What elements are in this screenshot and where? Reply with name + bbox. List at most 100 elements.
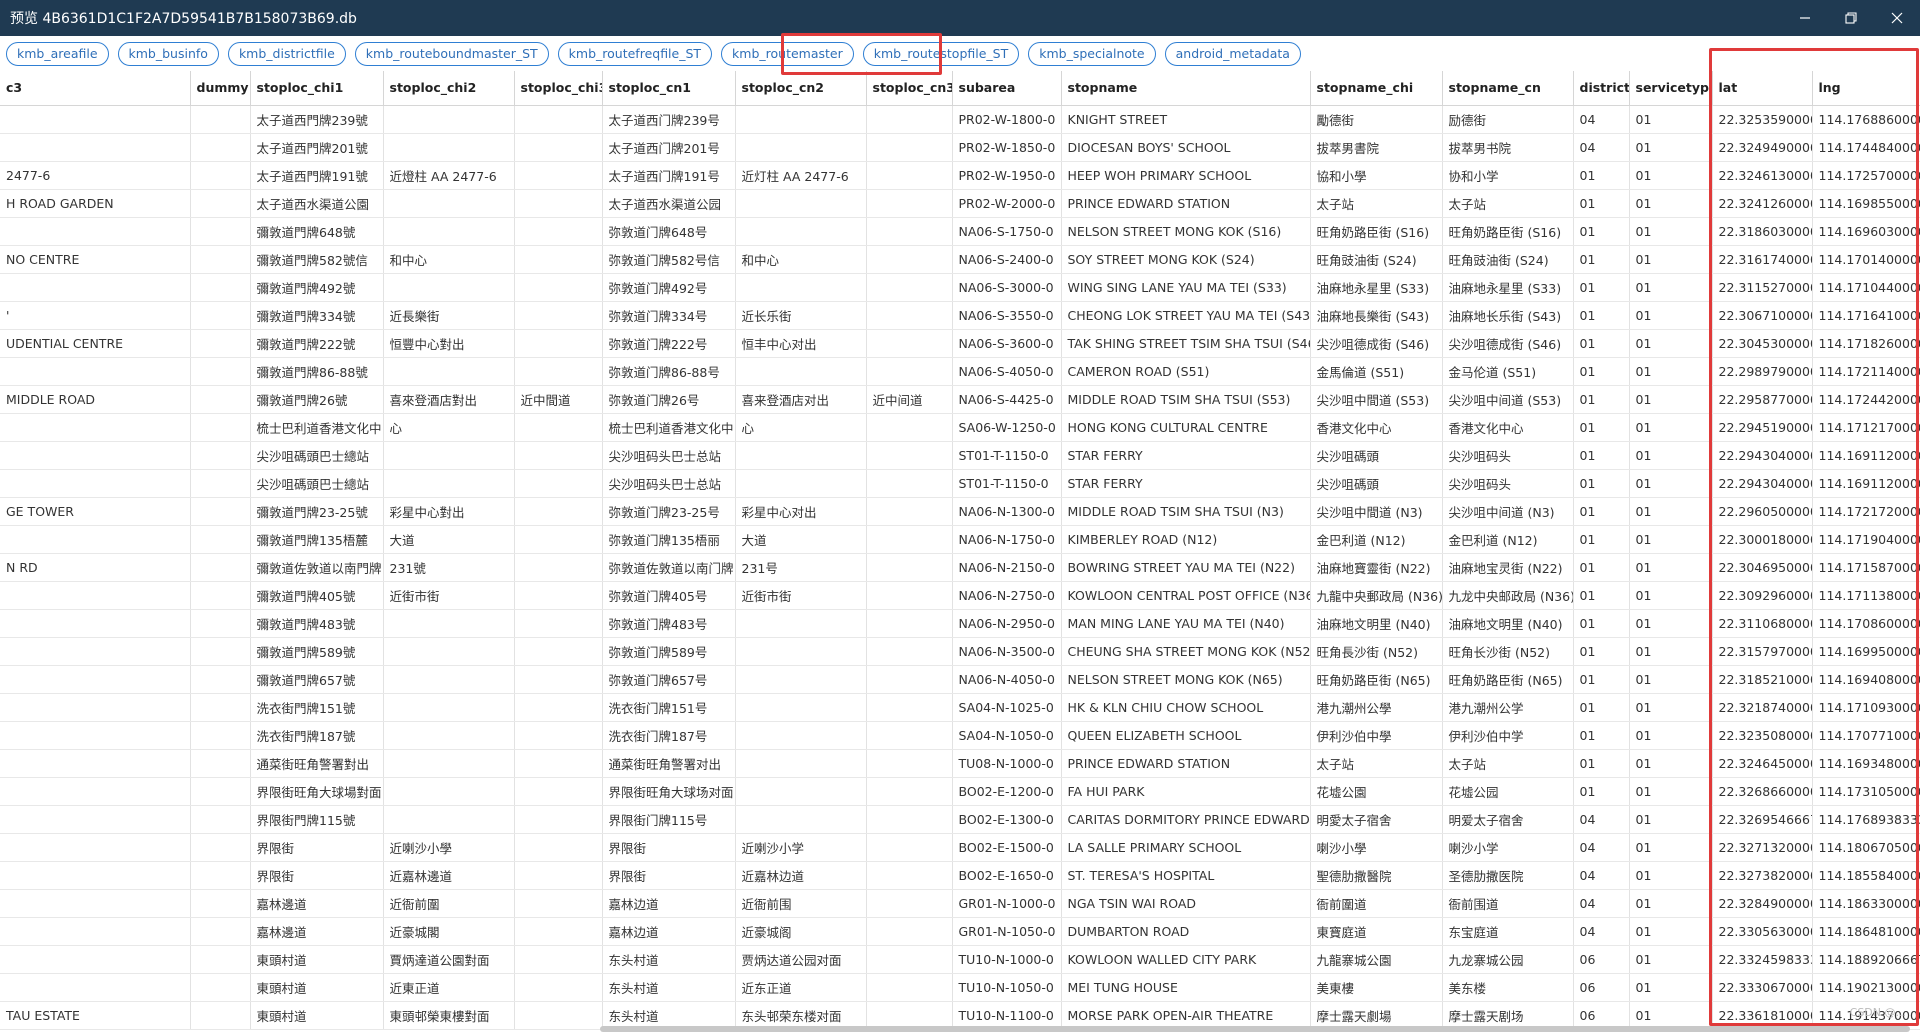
cell-dummy[interactable] xyxy=(190,693,251,722)
cell-stoploc-cn1[interactable]: 弥敦道门牌23-25号 xyxy=(602,497,736,526)
cell-lat[interactable]: 22.3115270000 xyxy=(1712,273,1813,302)
cell-stoploc-chi1[interactable]: 界限街 xyxy=(250,833,384,862)
cell-stoploc-chi3[interactable] xyxy=(514,609,603,638)
cell-stoploc-cn1[interactable]: 弥敦道门牌334号 xyxy=(602,301,736,330)
cell-stoploc-cn3[interactable] xyxy=(866,413,953,442)
cell-stoploc-cn2[interactable] xyxy=(735,189,867,218)
cell-lat[interactable]: 22.3284900000 xyxy=(1712,889,1813,918)
cell-stoploc-chi1[interactable]: 嘉林邊道 xyxy=(250,889,384,918)
cell-stoploc-chi2[interactable]: 大道 xyxy=(383,525,515,554)
cell-servicetype[interactable]: 01 xyxy=(1629,581,1713,610)
cell-stoploc-chi1[interactable]: 界限街 xyxy=(250,861,384,890)
cell-servicetype[interactable]: 01 xyxy=(1629,721,1713,750)
cell-lng[interactable]: 114.1712170000 xyxy=(1812,413,1920,442)
cell-stoploc-cn3[interactable] xyxy=(866,833,953,862)
cell-stoploc-cn2[interactable]: 近衙前围 xyxy=(735,889,867,918)
cell-lng[interactable]: 114.1710930000 xyxy=(1812,693,1920,722)
cell-stoploc-chi2[interactable] xyxy=(383,273,515,302)
cell-district[interactable]: 01 xyxy=(1573,161,1630,190)
cell-subarea[interactable]: PR02-W-1850-0 xyxy=(952,133,1062,162)
tab-kmb-businfo[interactable]: kmb_businfo xyxy=(117,41,219,66)
cell-stoploc-chi1[interactable]: 洗衣街門牌151號 xyxy=(250,693,384,722)
cell-lng[interactable]: 114.1768860000 xyxy=(1812,105,1920,134)
cell-servicetype[interactable]: 01 xyxy=(1629,973,1713,1002)
table-row[interactable]: 2477-6 太子道西門牌191號 近燈柱 AA 2477-6 太子道西门牌191号近… xyxy=(0,161,1920,190)
cell-stopname-chi[interactable]: 太子站 xyxy=(1310,189,1443,218)
cell-stopname-cn[interactable]: 尖沙咀德成街 (S46) xyxy=(1442,329,1574,358)
cell-stopname-chi[interactable]: 東寶庭道 xyxy=(1310,917,1443,946)
cell-stoploc-chi2[interactable]: 恒豐中心對出 xyxy=(383,329,515,358)
cell-stoploc-cn2[interactable] xyxy=(735,721,867,750)
cell-stoploc-cn3[interactable] xyxy=(866,581,953,610)
cell-servicetype[interactable]: 01 xyxy=(1629,217,1713,246)
cell-stopname-chi[interactable]: 伊利沙伯中學 xyxy=(1310,721,1443,750)
cell-stoploc-cn2[interactable]: 贾炳达道公园对面 xyxy=(735,945,867,974)
tab-kmb-routefreqfile-st[interactable]: kmb_routefreqfile_ST xyxy=(557,41,713,66)
cell-stopname[interactable]: KOWLOON CENTRAL POST OFFICE (N36) xyxy=(1061,581,1311,610)
cell-stoploc-cn1[interactable]: 弥敦道门牌483号 xyxy=(602,609,736,638)
cell-stoploc-chi2[interactable] xyxy=(383,217,515,246)
cell-stopname[interactable]: STAR FERRY xyxy=(1061,441,1311,470)
close-button[interactable] xyxy=(1874,0,1920,36)
cell-stopname-cn[interactable]: 油麻地宝灵街 (N22) xyxy=(1442,553,1574,582)
cell-dummy[interactable] xyxy=(190,245,251,274)
cell-lng[interactable]: 114.1691120000 xyxy=(1812,441,1920,470)
cell-stopname-chi[interactable]: 金巴利道 (N12) xyxy=(1310,525,1443,554)
cell-stopname[interactable]: SOY STREET MONG KOK (S24) xyxy=(1061,245,1311,274)
cell-stopname[interactable]: WING SING LANE YAU MA TEI (S33) xyxy=(1061,273,1311,302)
column-header-stopname-chi[interactable]: stopname_chi xyxy=(1310,71,1443,106)
cell-stopname-chi[interactable]: 旺角奶路臣街 (S16) xyxy=(1310,217,1443,246)
cell-c3[interactable] xyxy=(0,581,191,610)
cell-stoploc-chi2[interactable]: 彩星中心對出 xyxy=(383,497,515,526)
cell-lat[interactable]: 22.2943040000 xyxy=(1712,469,1813,498)
cell-stopname-chi[interactable]: 尖沙咀碼頭 xyxy=(1310,441,1443,470)
cell-servicetype[interactable]: 01 xyxy=(1629,609,1713,638)
cell-stopname-chi[interactable]: 九龍寨城公園 xyxy=(1310,945,1443,974)
cell-subarea[interactable]: SA04-N-1025-0 xyxy=(952,693,1062,722)
cell-lng[interactable]: 114.1855840000 xyxy=(1812,861,1920,890)
cell-lng[interactable]: 114.1724420000 xyxy=(1812,385,1920,414)
cell-servicetype[interactable]: 01 xyxy=(1629,637,1713,666)
cell-stopname[interactable]: CHEUNG SHA STREET MONG KOK (N52) xyxy=(1061,637,1311,666)
cell-stopname-cn[interactable]: 旺角豉油街 (S24) xyxy=(1442,245,1574,274)
cell-servicetype[interactable]: 01 xyxy=(1629,805,1713,834)
table-row[interactable]: ' 彌敦道門牌334號 近長樂街 弥敦道门牌334号 近长乐街 NA06-S-3550-0… xyxy=(0,301,1920,330)
column-header-stoploc-chi3[interactable]: stoploc_chi3 xyxy=(514,71,603,106)
table-row[interactable]: 尖沙咀碼頭巴士總站 尖沙咀码头巴士总站 ST01-T-1150-0 STAR FERR… xyxy=(0,469,1920,498)
table-row[interactable]: 彌敦道門牌86-88號 弥敦道门牌86-88号 NA06-S-4050-0 CAMER… xyxy=(0,357,1920,386)
cell-stoploc-cn3[interactable] xyxy=(866,133,953,162)
table-row[interactable]: 彌敦道門牌492號 弥敦道门牌492号 NA06-S-3000-0 WING SING… xyxy=(0,273,1920,302)
cell-servicetype[interactable]: 01 xyxy=(1629,357,1713,386)
cell-stoploc-cn1[interactable]: 弥敦道门牌492号 xyxy=(602,273,736,302)
cell-district[interactable]: 01 xyxy=(1573,665,1630,694)
cell-stoploc-cn3[interactable] xyxy=(866,777,953,806)
cell-servicetype[interactable]: 01 xyxy=(1629,301,1713,330)
cell-servicetype[interactable]: 01 xyxy=(1629,525,1713,554)
cell-stoploc-cn2[interactable] xyxy=(735,217,867,246)
cell-stopname-cn[interactable]: 衙前围道 xyxy=(1442,889,1574,918)
cell-dummy[interactable] xyxy=(190,469,251,498)
column-header-stoploc-cn1[interactable]: stoploc_cn1 xyxy=(602,71,736,106)
cell-stoploc-cn3[interactable] xyxy=(866,749,953,778)
cell-stoploc-cn2[interactable]: 近街市街 xyxy=(735,581,867,610)
cell-c3[interactable] xyxy=(0,805,191,834)
cell-district[interactable]: 01 xyxy=(1573,385,1630,414)
table-row[interactable]: UDENTIAL CENTRE 彌敦道門牌222號 恒豐中心對出 弥敦道门牌222号恒… xyxy=(0,329,1920,358)
cell-stopname-chi[interactable]: 聖德肋撒醫院 xyxy=(1310,861,1443,890)
cell-subarea[interactable]: NA06-S-2400-0 xyxy=(952,245,1062,274)
cell-servicetype[interactable]: 01 xyxy=(1629,861,1713,890)
cell-subarea[interactable]: ST01-T-1150-0 xyxy=(952,441,1062,470)
cell-servicetype[interactable]: 01 xyxy=(1629,329,1713,358)
cell-lat[interactable]: 22.3273820000 xyxy=(1712,861,1813,890)
cell-stoploc-chi3[interactable] xyxy=(514,833,603,862)
cell-stopname-cn[interactable]: 东宝庭道 xyxy=(1442,917,1574,946)
cell-stopname[interactable]: MAN MING LANE YAU MA TEI (N40) xyxy=(1061,609,1311,638)
cell-stopname[interactable]: QUEEN ELIZABETH SCHOOL xyxy=(1061,721,1311,750)
cell-district[interactable]: 06 xyxy=(1573,945,1630,974)
cell-stopname[interactable]: NGA TSIN WAI ROAD xyxy=(1061,889,1311,918)
cell-lat[interactable]: 22.3157970000 xyxy=(1712,637,1813,666)
table-row[interactable]: GE TOWER 彌敦道門牌23-25號 彩星中心對出 弥敦道门牌23-25号 彩星中心… xyxy=(0,497,1920,526)
cell-stopname-cn[interactable]: 协和小学 xyxy=(1442,161,1574,190)
cell-district[interactable]: 01 xyxy=(1573,525,1630,554)
cell-c3[interactable]: TAU ESTATE xyxy=(0,1001,191,1030)
